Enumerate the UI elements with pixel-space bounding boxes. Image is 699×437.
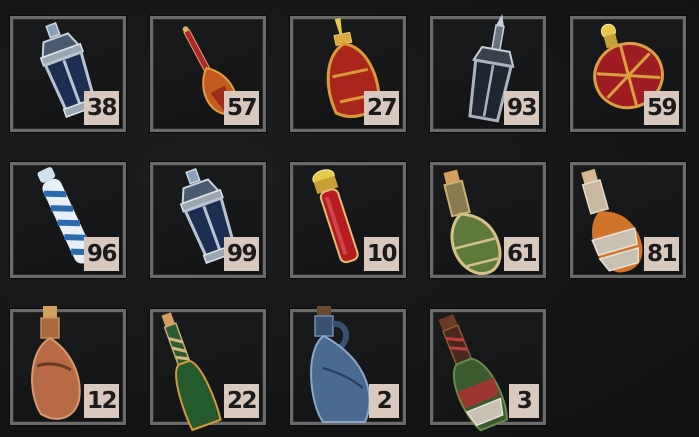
item-count: 12 xyxy=(83,384,119,418)
item-count: 2 xyxy=(369,384,399,418)
item-count: 10 xyxy=(363,237,399,271)
inventory-slot[interactable]: 93 xyxy=(430,13,546,132)
item-count: 38 xyxy=(83,91,119,125)
inventory-slot[interactable]: 57 xyxy=(150,16,266,132)
inventory-slot[interactable]: 3 xyxy=(430,309,546,432)
inventory-slot[interactable]: 12 xyxy=(10,306,126,425)
inventory-slot[interactable]: 61 xyxy=(430,162,546,278)
inventory-slot[interactable]: 2 xyxy=(290,306,406,425)
item-count: 59 xyxy=(643,91,679,125)
potion-inventory-grid: 38 57 27 93 59 96 99 10 61 81 12 22 2 3 xyxy=(0,0,699,437)
inventory-slot[interactable]: 96 xyxy=(10,162,126,278)
inventory-slot[interactable]: 10 xyxy=(290,162,406,278)
inventory-slot[interactable]: 27 xyxy=(290,16,406,132)
item-count: 93 xyxy=(503,91,539,125)
item-count: 27 xyxy=(363,91,399,125)
inventory-slot[interactable]: 22 xyxy=(150,309,266,432)
item-count: 22 xyxy=(223,384,259,418)
item-count: 57 xyxy=(223,91,259,125)
inventory-slot[interactable]: 99 xyxy=(150,162,266,278)
inventory-slot[interactable]: 38 xyxy=(10,16,126,132)
item-count: 3 xyxy=(509,384,539,418)
inventory-slot[interactable]: 81 xyxy=(570,162,686,278)
inventory-slot[interactable]: 59 xyxy=(570,16,686,132)
item-count: 61 xyxy=(503,237,539,271)
item-count: 99 xyxy=(223,237,259,271)
item-count: 81 xyxy=(643,237,679,271)
item-count: 96 xyxy=(83,237,119,271)
